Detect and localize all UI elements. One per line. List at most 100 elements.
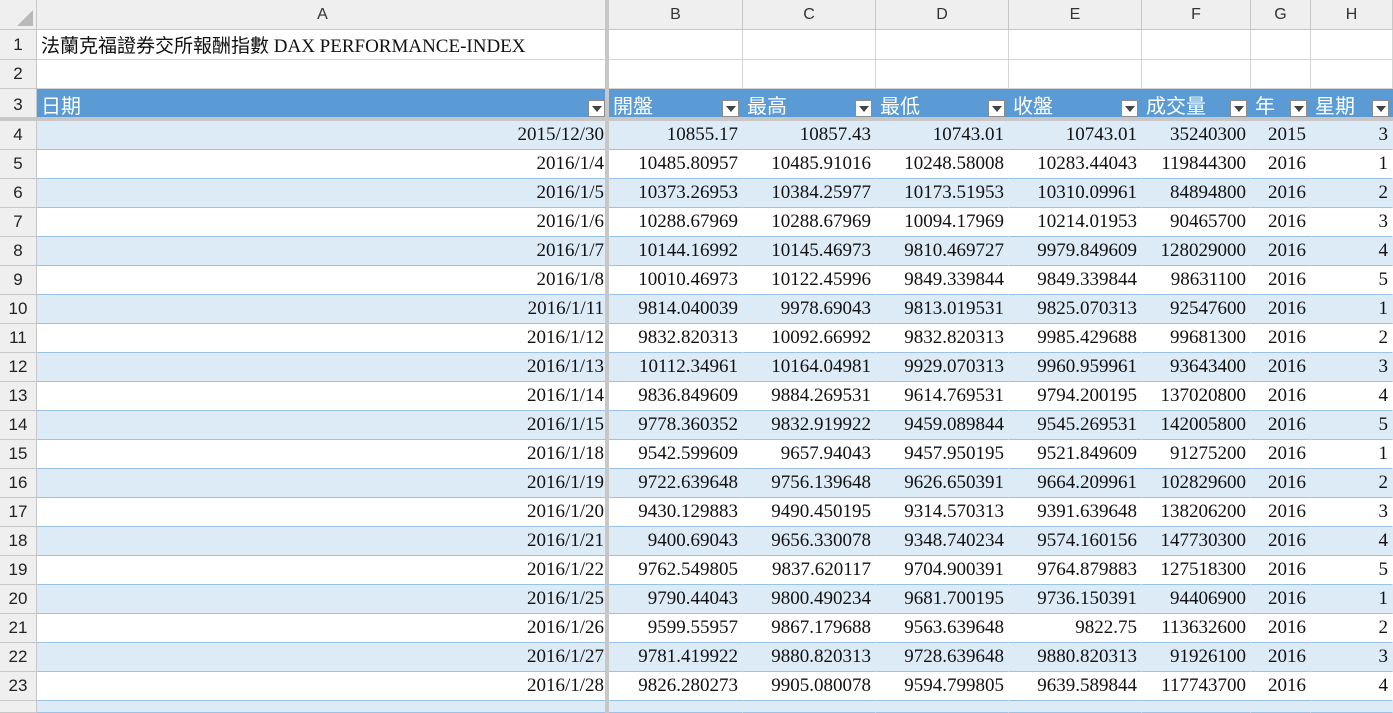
table-cell[interactable]: 9400.69043 [609, 527, 743, 556]
table-cell[interactable]: 1 [1311, 295, 1393, 324]
table-cell[interactable]: 10288.67969 [609, 208, 743, 237]
table-cell[interactable]: 93643400 [1142, 353, 1251, 382]
table-cell[interactable]: 117743700 [1142, 672, 1251, 701]
filter-dropdown-button[interactable] [722, 100, 739, 117]
table-cell[interactable]: 9657.94043 [743, 440, 876, 469]
table-cell[interactable]: 138206200 [1142, 498, 1251, 527]
table-cell[interactable]: 9764.879883 [1009, 556, 1142, 585]
table-cell[interactable]: 9778.360352 [609, 411, 743, 440]
table-cell[interactable]: 2016/1/4 [37, 150, 609, 179]
table-cell[interactable]: 35240300 [1142, 121, 1251, 150]
row-header[interactable] [0, 701, 37, 713]
table-cell[interactable]: 9880.820313 [1009, 643, 1142, 672]
empty-cell[interactable] [876, 60, 1009, 89]
empty-cell[interactable] [1009, 30, 1142, 60]
column-header-c[interactable]: C [743, 0, 876, 30]
row-header[interactable]: 12 [0, 353, 37, 382]
table-cell[interactable]: 84894800 [1142, 179, 1251, 208]
filter-dropdown-button[interactable] [988, 100, 1005, 117]
table-cell[interactable]: 9639.589844 [1009, 672, 1142, 701]
row-header[interactable]: 18 [0, 527, 37, 556]
table-cell[interactable]: 10855.17 [609, 121, 743, 150]
row-header[interactable]: 6 [0, 179, 37, 208]
table-cell[interactable]: 9813.019531 [876, 295, 1009, 324]
row-header[interactable]: 8 [0, 237, 37, 266]
table-cell[interactable]: 10485.91016 [743, 150, 876, 179]
table-cell[interactable]: 2016 [1251, 585, 1311, 614]
table-cell[interactable]: 2016/1/19 [37, 469, 609, 498]
table-cell[interactable]: 9832.919922 [743, 411, 876, 440]
table-cell[interactable]: 9800.490234 [743, 585, 876, 614]
row-header[interactable]: 15 [0, 440, 37, 469]
table-cell[interactable]: 2016 [1251, 353, 1311, 382]
table-cell[interactable]: 9594.799805 [876, 672, 1009, 701]
table-cell[interactable]: 91275200 [1142, 440, 1251, 469]
table-cell[interactable] [609, 701, 743, 713]
table-cell[interactable] [1251, 701, 1311, 713]
spreadsheet-grid[interactable]: ABCDEFGH 1 2 3 4 5 6 7 8 9 10 11 12 13 14 15 16 17 18 19 20… [0, 0, 1393, 713]
table-cell[interactable]: 1 [1311, 440, 1393, 469]
table-cell[interactable]: 99681300 [1142, 324, 1251, 353]
column-header-a[interactable]: A [37, 0, 609, 30]
table-cell[interactable]: 142005800 [1142, 411, 1251, 440]
table-cell[interactable]: 2 [1311, 614, 1393, 643]
table-cell[interactable]: 2 [1311, 179, 1393, 208]
table-cell[interactable] [37, 701, 609, 713]
table-cell[interactable]: 9979.849609 [1009, 237, 1142, 266]
table-cell[interactable]: 2 [1311, 324, 1393, 353]
table-cell[interactable]: 2015 [1251, 121, 1311, 150]
table-cell[interactable]: 2016 [1251, 208, 1311, 237]
filter-dropdown-button[interactable] [855, 100, 872, 117]
table-cell[interactable]: 1 [1311, 150, 1393, 179]
table-cell[interactable]: 9905.080078 [743, 672, 876, 701]
table-cell[interactable]: 9849.339844 [1009, 266, 1142, 295]
table-cell[interactable]: 10112.34961 [609, 353, 743, 382]
select-all-corner[interactable] [0, 0, 37, 30]
table-cell[interactable]: 9790.44043 [609, 585, 743, 614]
table-cell[interactable]: 9826.280273 [609, 672, 743, 701]
table-cell[interactable]: 2016/1/13 [37, 353, 609, 382]
table-cell[interactable]: 94406900 [1142, 585, 1251, 614]
column-header-f[interactable]: F [1142, 0, 1251, 30]
empty-cell[interactable] [743, 30, 876, 60]
column-header-h[interactable]: H [1311, 0, 1393, 30]
row-header[interactable]: 11 [0, 324, 37, 353]
table-cell[interactable]: 2016 [1251, 150, 1311, 179]
table-cell[interactable]: 98631100 [1142, 266, 1251, 295]
table-cell[interactable]: 9837.620117 [743, 556, 876, 585]
row-header[interactable]: 16 [0, 469, 37, 498]
empty-cell[interactable] [1311, 60, 1393, 89]
table-cell[interactable]: 4 [1311, 527, 1393, 556]
row-header[interactable]: 5 [0, 150, 37, 179]
table-cell[interactable]: 9832.820313 [609, 324, 743, 353]
row-header[interactable]: 2 [0, 60, 37, 89]
empty-cell[interactable] [609, 60, 743, 89]
table-cell[interactable]: 2016/1/5 [37, 179, 609, 208]
table-cell[interactable]: 2016/1/22 [37, 556, 609, 585]
table-cell[interactable]: 9814.040039 [609, 295, 743, 324]
table-cell[interactable]: 2016 [1251, 266, 1311, 295]
column-header-d[interactable]: D [876, 0, 1009, 30]
table-cell[interactable]: 9563.639648 [876, 614, 1009, 643]
table-cell[interactable]: 2016 [1251, 527, 1311, 556]
table-cell[interactable]: 2016/1/21 [37, 527, 609, 556]
table-cell[interactable]: 9832.820313 [876, 324, 1009, 353]
table-cell[interactable]: 9849.339844 [876, 266, 1009, 295]
table-cell[interactable]: 10122.45996 [743, 266, 876, 295]
table-cell[interactable]: 9756.139648 [743, 469, 876, 498]
empty-cell[interactable] [1311, 30, 1393, 60]
table-cell[interactable]: 9348.740234 [876, 527, 1009, 556]
table-cell[interactable]: 9836.849609 [609, 382, 743, 411]
table-cell[interactable]: 2016 [1251, 411, 1311, 440]
table-cell[interactable]: 2 [1311, 469, 1393, 498]
table-cell[interactable]: 2016/1/15 [37, 411, 609, 440]
empty-cell[interactable] [1251, 30, 1311, 60]
table-cell[interactable]: 9822.75 [1009, 614, 1142, 643]
table-cell[interactable]: 9490.450195 [743, 498, 876, 527]
table-cell[interactable]: 10288.67969 [743, 208, 876, 237]
table-cell[interactable]: 4 [1311, 672, 1393, 701]
table-cell[interactable]: 3 [1311, 208, 1393, 237]
table-cell[interactable]: 9960.959961 [1009, 353, 1142, 382]
table-cell[interactable] [1142, 701, 1251, 713]
table-cell[interactable]: 1 [1311, 585, 1393, 614]
